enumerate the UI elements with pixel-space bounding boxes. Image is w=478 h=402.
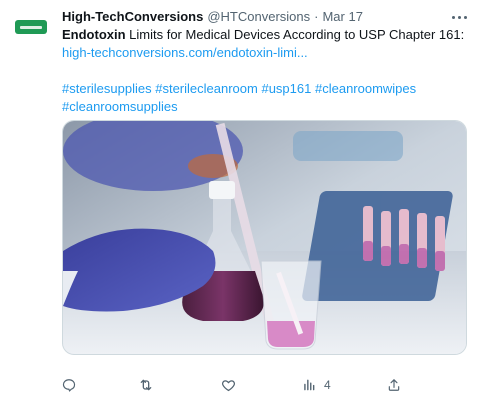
tweet-text-bold: Endotoxin [62,27,126,42]
retweet-button[interactable] [138,376,154,394]
share-icon [388,379,400,391]
tweet-header: High-TechConversions @HTConversions · Ma… [62,8,466,26]
tweet-link[interactable]: high-techconversions.com/endotoxin-limi.… [62,45,308,60]
handle[interactable]: @HTConversions [207,8,310,26]
avatar[interactable] [15,20,47,34]
tweet-actions: 4 [62,376,402,394]
reply-button[interactable] [62,376,76,394]
tweet[interactable]: High-TechConversions @HTConversions · Ma… [0,0,478,402]
analytics-icon [304,379,315,391]
tweet-text-body: Limits for Medical Devices According to … [125,27,465,42]
tweet-image[interactable] [62,120,467,355]
separator: · [314,9,319,24]
hashtag[interactable]: #usp161 [261,81,311,96]
hashtag[interactable]: #sterilesupplies [62,81,152,96]
hashtag[interactable]: #cleanroomsupplies [62,99,178,114]
tweet-content: High-TechConversions @HTConversions · Ma… [62,8,468,116]
more-icon[interactable] [450,8,468,26]
reply-icon [62,379,76,392]
display-name[interactable]: High-TechConversions [62,8,203,26]
hashtag[interactable]: #cleanroomwipes [315,81,416,96]
share-button[interactable] [387,376,401,394]
tweet-text: Endotoxin Limits for Medical Devices Acc… [62,26,466,62]
views-button[interactable]: 4 [302,376,331,394]
heart-icon [222,379,235,391]
timestamp[interactable]: Mar 17 [322,8,362,26]
retweet-icon [140,379,152,391]
lab-photo [63,121,466,354]
like-button[interactable] [221,376,236,394]
hashtags: #sterilesupplies #sterilecleanroom #usp1… [62,80,466,116]
hashtag[interactable]: #sterilecleanroom [155,81,258,96]
views-count: 4 [324,378,331,392]
